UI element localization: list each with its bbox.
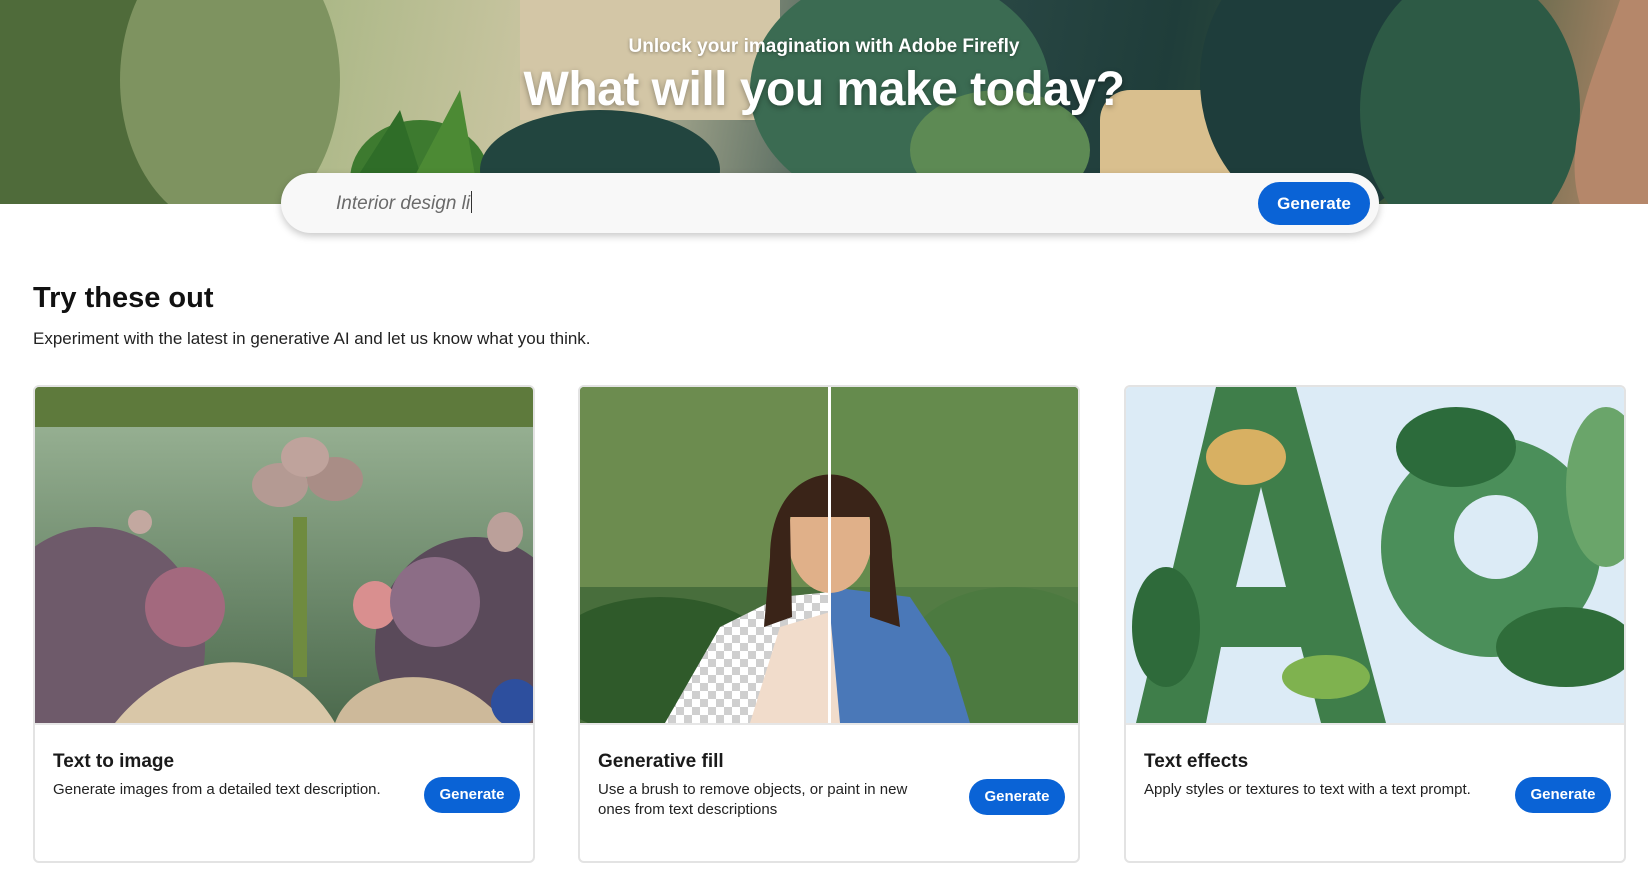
prompt-input-value: Interior design li xyxy=(336,193,471,214)
card-description: Generate images from a detailed text des… xyxy=(53,781,381,798)
prompt-generate-button[interactable]: Generate xyxy=(1258,182,1370,225)
card-generative-fill[interactable]: Generative fill Use a brush to remove ob… xyxy=(578,385,1080,863)
card-title: Generative fill xyxy=(598,751,724,772)
text-to-image-generate-button[interactable]: Generate xyxy=(424,777,520,813)
card-title: Text effects xyxy=(1144,751,1249,772)
card-title: Text to image xyxy=(53,751,175,772)
leafy-letters-image[interactable] xyxy=(1126,387,1624,723)
section-subtitle: Experiment with the latest in generative… xyxy=(33,329,591,348)
card-description: Apply styles or textures to text with a … xyxy=(1144,781,1471,798)
card-text-to-image[interactable]: Text to image Generate images from a det… xyxy=(33,385,535,863)
portrait-generative-fill-image[interactable] xyxy=(580,387,1078,723)
section-title: Try these out xyxy=(33,282,214,314)
card-divider xyxy=(580,723,1078,725)
text-caret xyxy=(471,191,473,213)
card-divider xyxy=(1126,723,1624,725)
card-text-effects[interactable]: Text effects Apply styles or textures to… xyxy=(1124,385,1626,863)
card-divider xyxy=(35,723,533,725)
fantasy-garden-image[interactable] xyxy=(35,387,533,723)
generative-fill-generate-button[interactable]: Generate xyxy=(969,779,1065,815)
text-effects-generate-button[interactable]: Generate xyxy=(1515,777,1611,813)
hero-subtitle: Unlock your imagination with Adobe Firef… xyxy=(628,36,1020,57)
prompt-input[interactable]: Interior design li xyxy=(336,191,473,215)
card-description: Use a brush to remove objects, or paint … xyxy=(598,781,908,818)
hero-title: What will you make today? xyxy=(523,63,1125,116)
prompt-bar: Interior design li Generate xyxy=(281,173,1379,233)
